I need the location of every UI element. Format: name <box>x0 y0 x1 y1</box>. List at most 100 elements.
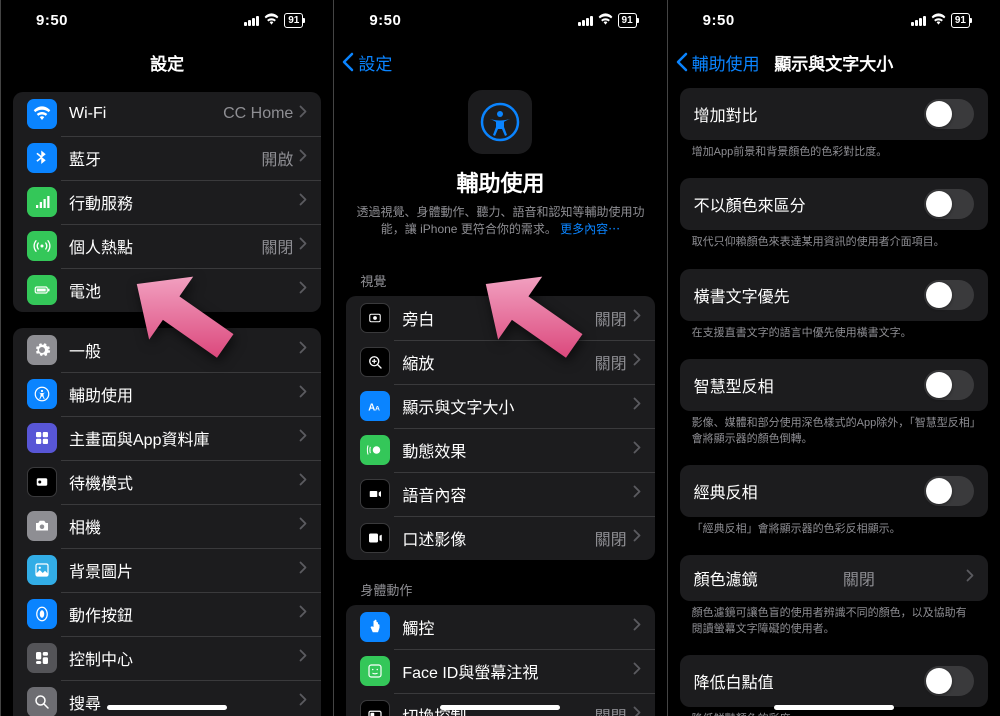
option-label: 經典反相 <box>694 479 758 503</box>
row-label: 動態效果 <box>402 438 632 462</box>
status-time: 9:50 <box>703 12 735 29</box>
nav-bar: 設定 <box>1 40 333 84</box>
option-footer: 取代只仰賴顏色來表達某用資訊的使用者介面項目。 <box>692 235 976 250</box>
chevron-right-icon <box>633 485 641 503</box>
row-value: 關閉 <box>595 350 627 374</box>
status-bar: 9:50 91 <box>1 0 333 40</box>
settings-row[interactable]: 動態效果 <box>346 428 654 472</box>
settings-row[interactable]: 搜尋 <box>13 680 321 716</box>
settings-row[interactable]: 縮放關閉 <box>346 340 654 384</box>
zoom-icon <box>360 347 390 377</box>
display-option-row[interactable]: 顏色濾鏡關閉 <box>680 555 988 601</box>
option-label: 顏色濾鏡 <box>694 566 758 590</box>
display-option-row[interactable]: 橫書文字優先 <box>680 269 988 321</box>
row-value: 關閉 <box>595 703 627 716</box>
motion-icon <box>360 435 390 465</box>
settings-row[interactable]: 口述影像關閉 <box>346 516 654 560</box>
battery-icon <box>27 275 57 305</box>
cellular-icon <box>27 187 57 217</box>
settings-row[interactable]: 待機模式 <box>13 460 321 504</box>
chevron-right-icon <box>299 385 307 403</box>
display-option-row[interactable]: 增加對比 <box>680 88 988 140</box>
chevron-right-icon <box>966 569 974 587</box>
settings-row[interactable]: Face ID與螢幕注視 <box>346 649 654 693</box>
display-option-row[interactable]: 智慧型反相 <box>680 359 988 411</box>
settings-row[interactable]: 旁白關閉 <box>346 296 654 340</box>
row-label: 個人熱點 <box>69 234 261 258</box>
chevron-right-icon <box>299 517 307 535</box>
back-label: 輔助使用 <box>692 50 760 75</box>
option-label: 不以顏色來區分 <box>694 192 806 216</box>
settings-row[interactable]: AA 顯示與文字大小 <box>346 384 654 428</box>
accessibility-icon <box>468 90 532 154</box>
chevron-right-icon <box>299 193 307 211</box>
settings-row[interactable]: 背景圖片 <box>13 548 321 592</box>
toggle-switch[interactable] <box>924 666 974 696</box>
row-label: 旁白 <box>402 306 594 330</box>
settings-row[interactable]: Wi-FiCC Home <box>13 92 321 136</box>
row-label: 背景圖片 <box>69 558 299 582</box>
back-button[interactable]: 設定 <box>342 40 392 84</box>
chevron-right-icon <box>633 309 641 327</box>
row-label: 輔助使用 <box>69 382 299 406</box>
settings-row[interactable]: 藍牙開啟 <box>13 136 321 180</box>
wallpaper-icon <box>27 555 57 585</box>
settings-row[interactable]: 主畫面與App資料庫 <box>13 416 321 460</box>
chevron-right-icon <box>633 662 641 680</box>
row-label: 顯示與文字大小 <box>402 394 632 418</box>
settings-row[interactable]: 觸控 <box>346 605 654 649</box>
row-label: Face ID與螢幕注視 <box>402 659 632 683</box>
home-indicator <box>107 705 227 710</box>
row-label: 電池 <box>69 278 299 302</box>
settings-row[interactable]: 行動服務 <box>13 180 321 224</box>
toggle-switch[interactable] <box>924 370 974 400</box>
svg-text:A: A <box>375 405 380 412</box>
accessibility-header: 輔助使用 透過視覺、身體動作、聽力、語音和認知等輔助使用功能，讓 iPhone … <box>334 84 666 251</box>
camera-icon <box>27 511 57 541</box>
search-icon <box>27 687 57 716</box>
display-option-row[interactable]: 經典反相 <box>680 465 988 517</box>
settings-row[interactable]: 相機 <box>13 504 321 548</box>
chevron-right-icon <box>299 561 307 579</box>
row-label: 相機 <box>69 514 299 538</box>
row-label: 藍牙 <box>69 146 261 170</box>
home-indicator <box>440 705 560 710</box>
toggle-switch[interactable] <box>924 99 974 129</box>
back-button[interactable]: 輔助使用 <box>676 40 760 84</box>
chevron-right-icon <box>299 605 307 623</box>
settings-row[interactable]: 一般 <box>13 328 321 372</box>
row-value: 開啟 <box>261 146 293 170</box>
settings-row[interactable]: 電池 <box>13 268 321 312</box>
option-label: 橫書文字優先 <box>694 283 790 307</box>
svg-text:A: A <box>369 402 376 413</box>
standby-icon <box>27 467 57 497</box>
row-label: 縮放 <box>402 350 594 374</box>
learn-more-link[interactable]: 更多內容⋯ <box>560 222 620 236</box>
option-footer: 在支援直書文字的語言中優先使用橫書文字。 <box>692 326 976 341</box>
status-bar: 9:50 91 <box>668 0 1000 40</box>
chevron-right-icon <box>299 341 307 359</box>
settings-row[interactable]: 動作按鈕 <box>13 592 321 636</box>
chevron-right-icon <box>633 706 641 716</box>
settings-row[interactable]: 輔助使用 <box>13 372 321 416</box>
settings-row[interactable]: 個人熱點關閉 <box>13 224 321 268</box>
chevron-right-icon <box>299 237 307 255</box>
toggle-switch[interactable] <box>924 476 974 506</box>
audiodesc-icon <box>360 523 390 553</box>
accessibility-group-vision: 旁白關閉縮放關閉AA顯示與文字大小動態效果語音內容口述影像關閉 <box>346 296 654 560</box>
wifi-icon <box>27 99 57 129</box>
toggle-switch[interactable] <box>924 189 974 219</box>
nav-bar: 設定 <box>334 40 666 84</box>
toggle-switch[interactable] <box>924 280 974 310</box>
nav-bar: 輔助使用 顯示與文字大小 <box>668 40 1000 84</box>
chevron-right-icon <box>299 473 307 491</box>
chevron-right-icon <box>633 353 641 371</box>
actionbutton-icon <box>27 599 57 629</box>
row-label: 行動服務 <box>69 190 299 214</box>
settings-row[interactable]: 控制中心 <box>13 636 321 680</box>
settings-row[interactable]: 語音內容 <box>346 472 654 516</box>
display-option-row[interactable]: 降低白點值 <box>680 655 988 707</box>
row-label: 一般 <box>69 338 299 362</box>
battery-icon: 91 <box>284 13 303 28</box>
display-option-row[interactable]: 不以顏色來區分 <box>680 178 988 230</box>
